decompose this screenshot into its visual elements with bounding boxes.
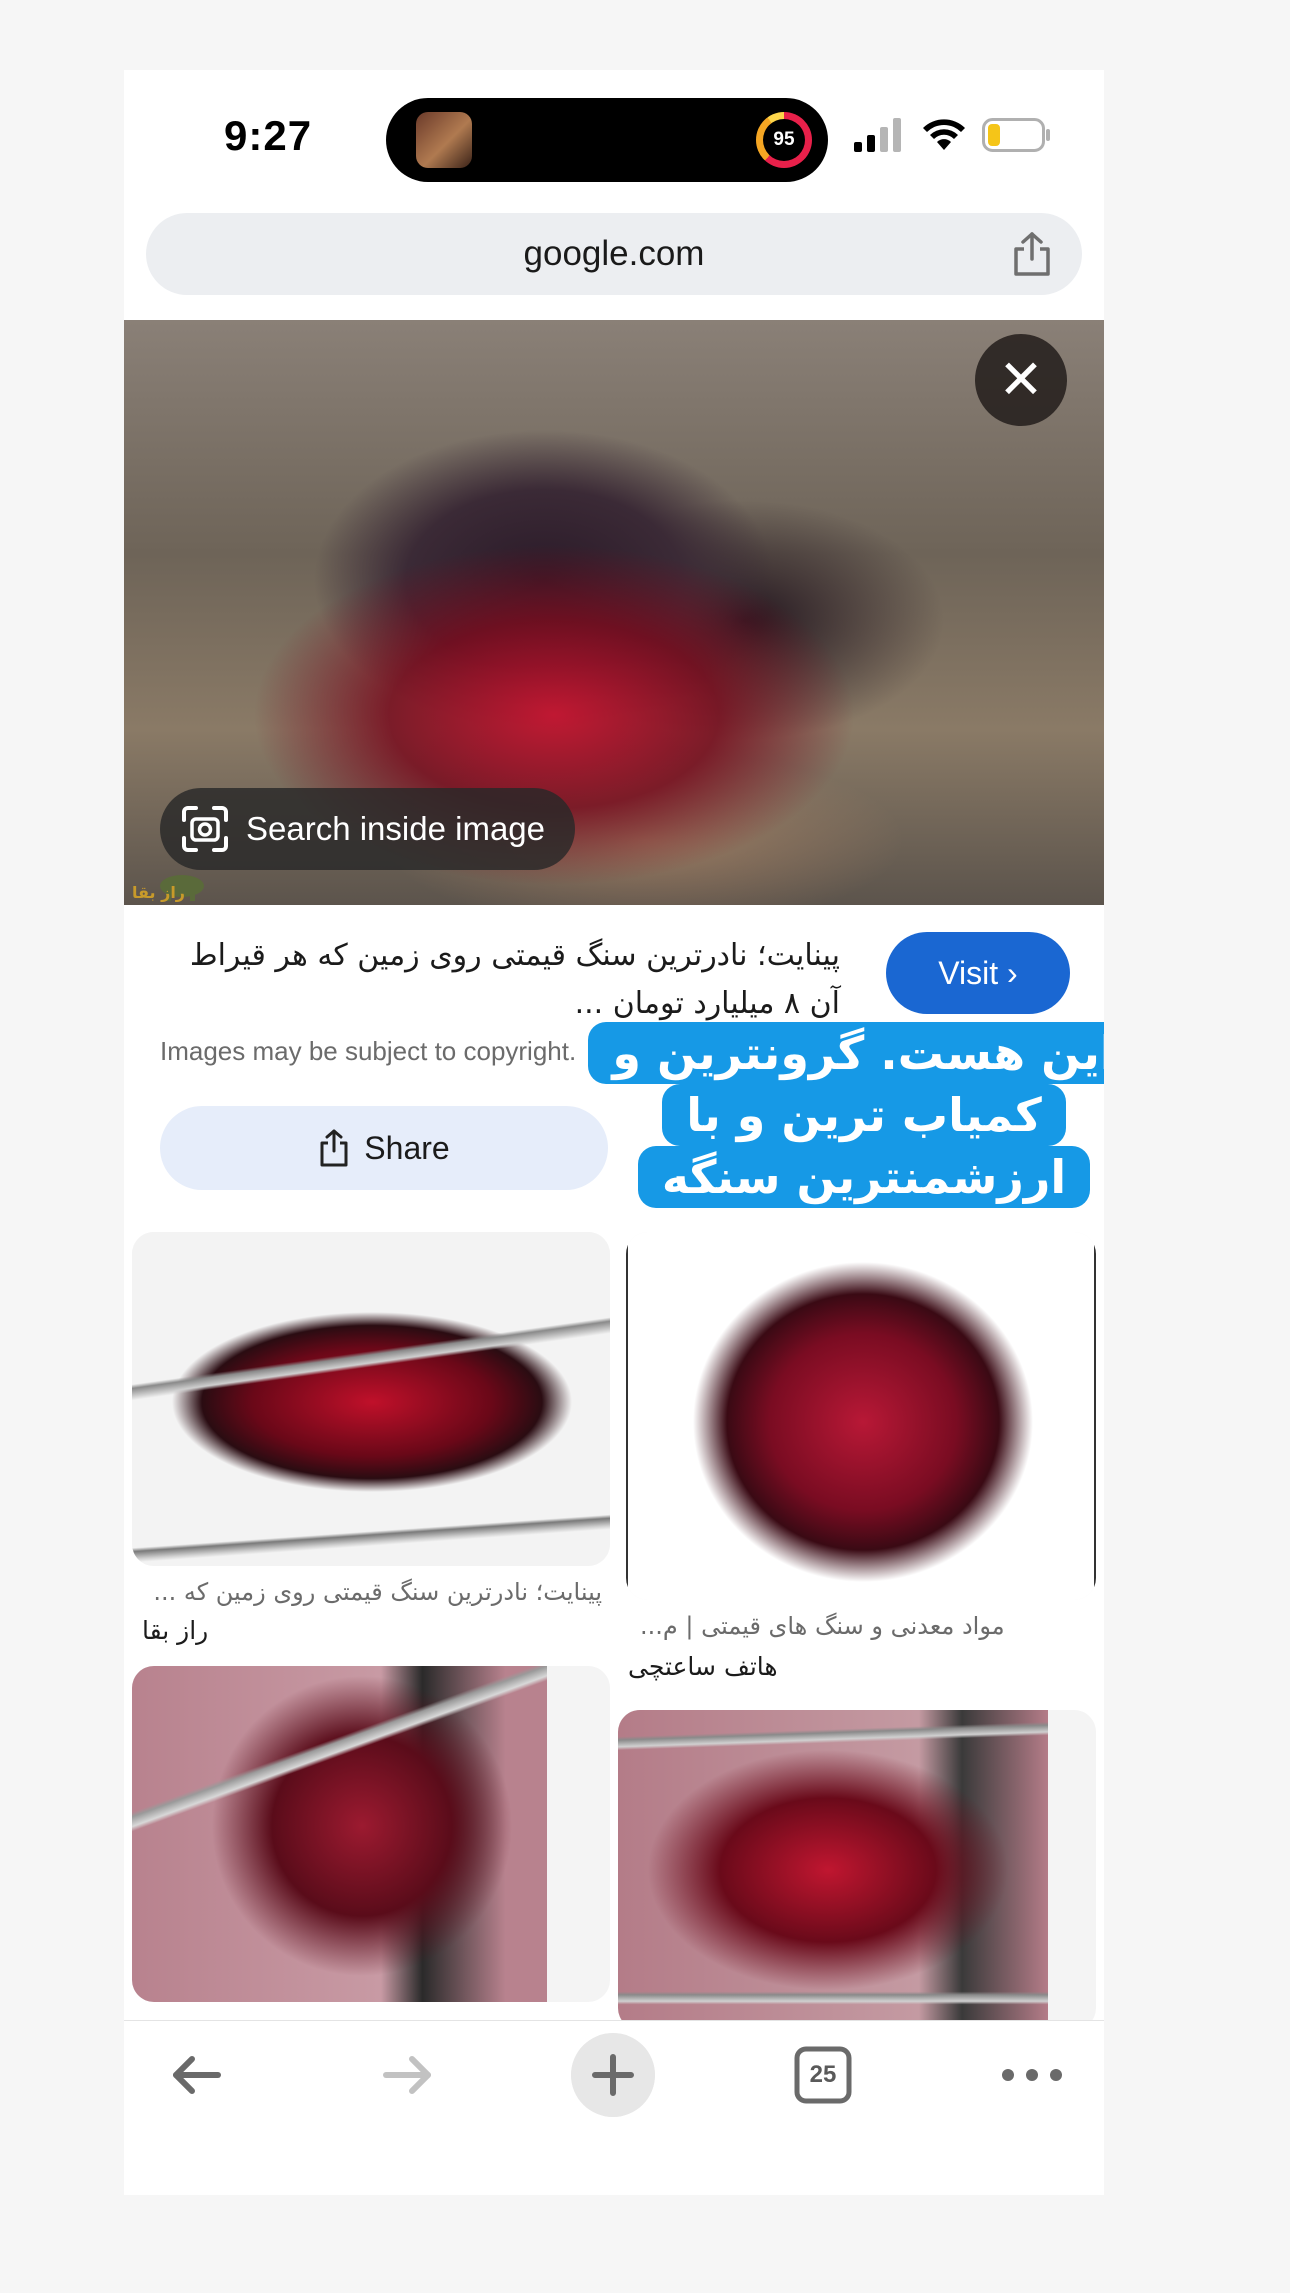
result-card[interactable]	[132, 1666, 610, 2002]
share-label: Share	[364, 1129, 450, 1166]
result-title[interactable]: پینایت؛ نادرترین سنگ قیمتی روی زمین که .…	[142, 1578, 602, 1606]
visit-label: Visit	[938, 955, 999, 991]
signal-icon	[854, 118, 901, 152]
result-card[interactable]	[132, 1232, 610, 1566]
tab-switcher-button[interactable]: 25	[781, 2033, 865, 2117]
preview-image[interactable]: ✕ Search inside image راز بقا	[124, 320, 1104, 905]
activity-ring-icon: 95	[756, 112, 812, 168]
copyright-notice: Images may be subject to copyright.	[160, 1036, 577, 1066]
svg-text:راز بقا: راز بقا	[132, 883, 185, 902]
activity-ring-value: 95	[763, 119, 805, 161]
more-icon[interactable]	[990, 2033, 1074, 2117]
result-thumbnail	[132, 1666, 547, 2002]
result-card[interactable]	[618, 1710, 1096, 2030]
search-inside-image-button[interactable]: Search inside image	[160, 788, 575, 870]
new-tab-icon[interactable]	[571, 2033, 655, 2117]
result-thumbnail	[132, 1232, 610, 1566]
close-icon: ✕	[998, 350, 1044, 410]
close-button[interactable]: ✕	[975, 334, 1067, 426]
result-thumbnail	[626, 1232, 1096, 1600]
share-icon[interactable]	[1010, 231, 1054, 277]
status-time: 9:27	[224, 112, 313, 159]
share-icon	[320, 1129, 348, 1167]
back-icon[interactable]	[154, 2033, 238, 2117]
phone-screen: 9:27 95 google.com ✕ Search inside image…	[124, 70, 1104, 2195]
wifi-icon	[923, 119, 965, 150]
result-title[interactable]: مواد معدنی و سنگ های قیمتی | م...	[640, 1612, 1090, 1640]
lens-icon	[182, 806, 228, 852]
watermark-logo: راز بقا	[130, 868, 210, 907]
dynamic-island[interactable]: 95	[386, 98, 828, 182]
address-bar[interactable]: google.com	[146, 213, 1082, 295]
visit-button[interactable]: Visit ›	[886, 932, 1070, 1014]
bottom-toolbar: 25	[124, 2020, 1104, 2195]
overlay-caption: این هست. گرونترین و کمیاب ترین و با ارزش…	[534, 1022, 1104, 1208]
result-source: هاتف ساعتچی	[628, 1652, 778, 1681]
search-inside-label: Search inside image	[246, 810, 545, 847]
chevron-right-icon: ›	[1007, 955, 1018, 991]
url-text: google.com	[523, 234, 705, 273]
result-card[interactable]	[626, 1232, 1096, 1600]
overlay-caption-text: این هست. گرونترین و کمیاب ترین و با ارزش…	[588, 1022, 1104, 1208]
forward-icon[interactable]	[366, 2033, 450, 2117]
result-thumbnail	[618, 1710, 1048, 2030]
island-thumbnail	[416, 112, 472, 168]
result-source: راز بقا	[142, 1616, 209, 1645]
image-title: پینایت؛ نادرترین سنگ قیمتی روی زمین که ه…	[189, 938, 840, 1021]
battery-icon	[982, 118, 1050, 152]
tab-count: 25	[809, 2061, 837, 2088]
